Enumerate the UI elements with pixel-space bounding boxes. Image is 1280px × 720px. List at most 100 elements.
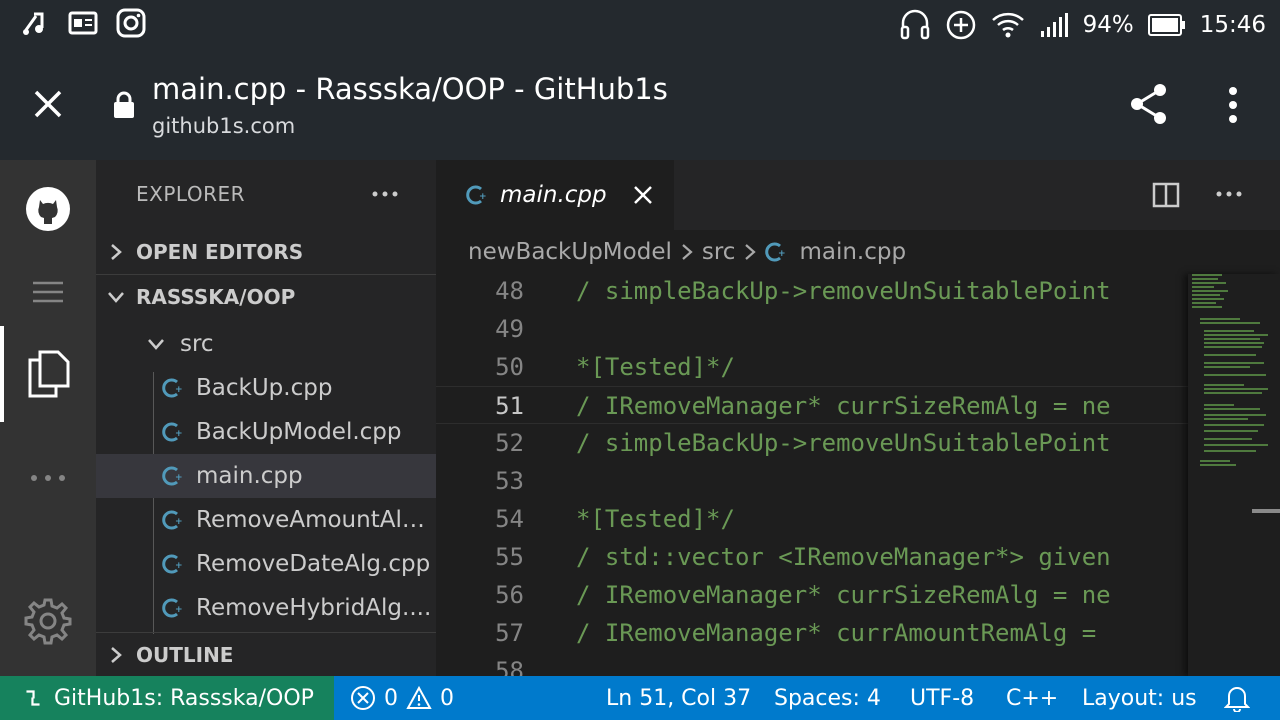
line-number: 53 xyxy=(495,467,524,495)
lock-icon[interactable] xyxy=(112,90,136,120)
warning-count: 0 xyxy=(440,685,454,711)
android-status-bar: 94% 15:46 xyxy=(0,0,1280,50)
wifi-icon xyxy=(991,12,1024,38)
svg-text:+: + xyxy=(175,473,183,483)
svg-text:+: + xyxy=(175,517,183,527)
minimap-slider[interactable] xyxy=(1252,509,1280,513)
breadcrumb: newBackUpModel src + main.cpp xyxy=(436,230,1280,274)
line-text: *[Tested]*/ xyxy=(576,505,735,533)
outline-section[interactable]: OUTLINE xyxy=(96,632,436,676)
svg-text:+: + xyxy=(175,605,183,615)
code-line: 49 xyxy=(436,310,1188,348)
code-line: 48 / simpleBackUp->removeUnSuitablePoint xyxy=(436,274,1188,310)
menu-icon[interactable] xyxy=(0,278,96,306)
tab-close-icon[interactable] xyxy=(632,184,654,206)
line-number: 49 xyxy=(495,315,524,343)
file-item[interactable]: + RemoveDateAlg.cpp xyxy=(96,542,436,586)
file-name: RemoveHybridAlg.... xyxy=(196,595,432,621)
problems-indicator[interactable]: 0 0 xyxy=(350,676,454,720)
line-number: 58 xyxy=(495,657,524,676)
data-saver-icon xyxy=(946,10,975,40)
line-text: / IRemoveManager* currSizeRemAlg = ne xyxy=(576,581,1111,609)
settings-gear-icon[interactable] xyxy=(0,596,96,646)
minimap[interactable] xyxy=(1188,274,1280,676)
svg-text:+: + xyxy=(479,192,487,202)
line-number: 54 xyxy=(495,505,524,533)
breadcrumb-item[interactable]: newBackUpModel xyxy=(468,239,672,265)
repo-label: RASSSKA/OOP xyxy=(136,284,296,309)
more-vertical-icon[interactable] xyxy=(1222,86,1244,124)
keyboard-layout[interactable]: Layout: us xyxy=(1082,676,1197,720)
line-number: 55 xyxy=(495,543,524,571)
file-item[interactable]: + RemoveHybridAlg.... xyxy=(96,586,436,630)
svg-text:+: + xyxy=(778,249,786,259)
error-icon xyxy=(351,686,375,710)
cpp-file-icon: + xyxy=(162,378,183,398)
share-icon[interactable] xyxy=(1128,82,1170,126)
line-text: / std::vector <IRemoveManager*> given xyxy=(576,543,1111,571)
breadcrumb-item[interactable]: main.cpp xyxy=(799,239,906,265)
more-horizontal-icon[interactable] xyxy=(0,466,96,490)
folder-label: src xyxy=(180,331,214,357)
error-count: 0 xyxy=(384,685,398,711)
file-item[interactable]: + RemoveAmountAlg... xyxy=(96,498,436,542)
battery-percent: 94% xyxy=(1082,12,1134,38)
svg-text:+: + xyxy=(175,385,183,395)
indentation[interactable]: Spaces: 4 xyxy=(774,676,881,720)
open-editors-section[interactable]: OPEN EDITORS xyxy=(96,230,436,274)
line-text: / IRemoveManager* currAmountRemAlg = xyxy=(576,619,1097,647)
line-text: / IRemoveManager* currSizeRemAlg = ne xyxy=(576,392,1111,420)
close-icon[interactable] xyxy=(28,84,68,124)
file-item-selected[interactable]: + main.cpp xyxy=(96,454,436,498)
warning-icon xyxy=(406,685,432,709)
folder-src[interactable]: src xyxy=(96,322,436,366)
editor-tab-bar: + main.cpp xyxy=(436,160,1280,230)
file-item[interactable]: + BackUp.cpp xyxy=(96,366,436,410)
outline-label: OUTLINE xyxy=(136,642,234,667)
chevron-right-icon xyxy=(96,242,136,262)
cursor-position[interactable]: Ln 51, Col 37 xyxy=(606,676,751,720)
cpp-file-icon: + xyxy=(162,422,183,442)
cpp-file-icon: + xyxy=(466,185,487,205)
file-name: BackUpModel.cpp xyxy=(196,419,402,445)
svg-text:+: + xyxy=(175,429,183,439)
chevron-right-icon xyxy=(743,242,757,262)
code-editor[interactable]: 48 / simpleBackUp->removeUnSuitablePoint… xyxy=(436,274,1188,676)
line-number: 51 xyxy=(495,392,524,420)
page-title: main.cpp - Rassska/OOP - GitHub1s xyxy=(152,72,668,106)
remote-icon xyxy=(26,690,40,706)
editor-more-icon[interactable] xyxy=(1214,182,1244,206)
music-notification-icon xyxy=(23,12,44,35)
split-editor-icon[interactable] xyxy=(1152,182,1180,208)
signal-icon xyxy=(1040,13,1068,37)
remote-indicator[interactable]: GitHub1s: Rassska/OOP xyxy=(0,676,334,720)
file-name: RemoveAmountAlg... xyxy=(196,507,436,533)
language-mode[interactable]: C++ xyxy=(1006,676,1058,720)
browser-toolbar: main.cpp - Rassska/OOP - GitHub1s github… xyxy=(0,50,1280,160)
chevron-right-icon xyxy=(680,242,694,262)
line-number: 48 xyxy=(495,277,524,305)
battery-icon xyxy=(1147,14,1185,36)
code-line: 50 *[Tested]*/ xyxy=(436,348,1188,386)
encoding[interactable]: UTF-8 xyxy=(910,676,974,720)
file-name: BackUp.cpp xyxy=(196,375,333,401)
page-url[interactable]: github1s.com xyxy=(152,114,295,138)
cpp-file-icon: + xyxy=(162,554,183,574)
headset-icon xyxy=(900,9,929,40)
breadcrumb-item[interactable]: src xyxy=(702,239,736,265)
file-item[interactable]: + BackUpModel.cpp xyxy=(96,410,436,454)
remote-label: GitHub1s: Rassska/OOP xyxy=(54,685,314,711)
code-line: 55 / std::vector <IRemoveManager*> given xyxy=(436,538,1188,576)
chevron-down-icon xyxy=(146,336,180,352)
repo-section[interactable]: RASSSKA/OOP xyxy=(96,274,436,318)
news-notification-icon xyxy=(68,11,98,35)
line-number: 56 xyxy=(495,581,524,609)
svg-text:+: + xyxy=(175,561,183,571)
files-icon[interactable] xyxy=(0,350,96,398)
cpp-file-icon: + xyxy=(162,510,183,530)
explorer-more-icon[interactable] xyxy=(370,182,400,206)
bell-icon[interactable] xyxy=(1224,676,1250,720)
activity-bar xyxy=(0,160,96,676)
github-icon[interactable] xyxy=(0,186,96,232)
line-text: / simpleBackUp->removeUnSuitablePoint xyxy=(576,277,1111,305)
